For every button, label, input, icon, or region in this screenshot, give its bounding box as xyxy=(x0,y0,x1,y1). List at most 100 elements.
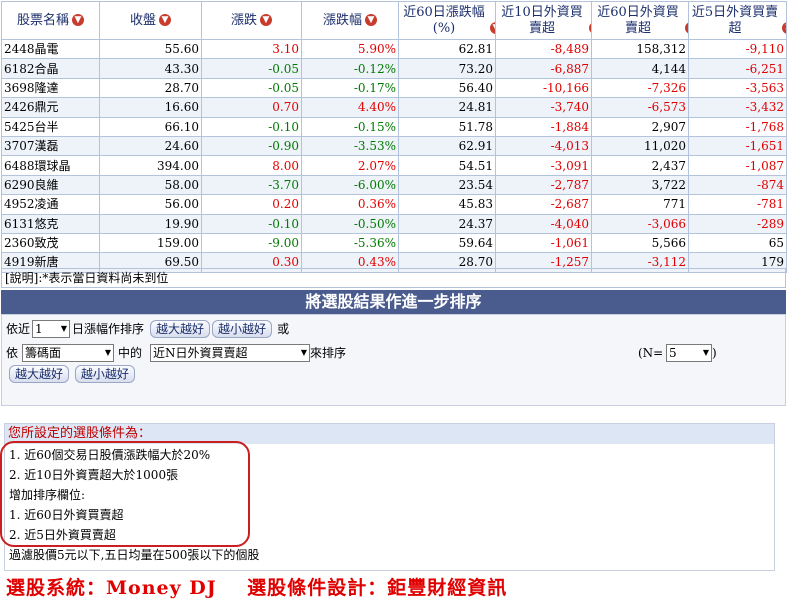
category-select-value: 籌碼面 xyxy=(25,346,62,360)
table-cell: 59.64 xyxy=(398,232,496,254)
column-header[interactable]: 近10日外資買賣超▼ xyxy=(495,1,592,40)
stock-name-cell[interactable]: 6290良維 xyxy=(1,174,100,196)
table-cell: 3.10 xyxy=(201,38,302,60)
table-cell: 159.00 xyxy=(99,232,202,254)
table-body: 2448晶電 55.60 3.10 5.90% 62.81 -8,489 158,312 -9… xyxy=(1,38,787,273)
stock-name-cell[interactable]: 6488環球晶 xyxy=(1,155,100,176)
column-header[interactable]: 近60日漲跌幅(%) ▼ xyxy=(398,1,496,40)
stock-name-cell[interactable]: 3707漢磊 xyxy=(1,135,100,157)
table-row: 6488環球晶 394.00 8.00 2.07% 54.51 -3,091 2,437 -1… xyxy=(1,155,787,176)
table-cell: -0.05 xyxy=(201,77,302,99)
table-cell: 56.40 xyxy=(398,77,496,99)
table-row: 6290良維 58.00 -3.70 -6.00% 23.54 -2,787 3,722 -8… xyxy=(1,174,787,196)
table-cell: 2,907 xyxy=(591,116,689,137)
table-cell: 771 xyxy=(591,194,689,215)
stock-name-cell[interactable]: 5425台半 xyxy=(1,116,100,137)
sort-down-icon[interactable]: ▼ xyxy=(72,14,84,26)
table-row: 4952凌通 56.00 0.20 0.36% 45.83 -2,687 771 -781 xyxy=(1,194,787,215)
table-cell: 5,566 xyxy=(591,232,689,254)
sort-panel: 依近 1 ▼ 日漲幅作排序 越大越好 越小越好 或 依 籌碼面 ▼ 中的 近N日外資… xyxy=(1,314,786,406)
or-label: 或 xyxy=(277,322,290,336)
sort-down-icon[interactable]: ▼ xyxy=(490,22,495,34)
column-header-label: 漲跌幅 xyxy=(322,12,362,28)
field-sort-desc-button[interactable]: 越大越好 xyxy=(9,365,70,383)
table-cell: -0.90 xyxy=(201,135,302,157)
table-row: 2360致茂 159.00 -9.00 -5.36% 59.64 -1,061 5,566 6… xyxy=(1,232,787,254)
days-select[interactable]: 1 ▼ xyxy=(32,320,71,338)
sort-down-icon[interactable]: ▼ xyxy=(159,14,171,26)
column-header-label: 近60日漲跌幅(%) xyxy=(403,4,485,36)
sort-field-buttons: 越大越好 越小越好 xyxy=(8,365,136,385)
column-header-label: 股票名稱 xyxy=(16,12,69,28)
column-header-label: 漲跌 xyxy=(230,12,257,28)
table-cell: -3,091 xyxy=(495,155,592,176)
table-cell: -2,687 xyxy=(495,194,592,215)
column-header[interactable]: 漲跌幅 ▼ xyxy=(301,1,399,40)
sort-asc-button[interactable]: 越小越好 xyxy=(212,320,273,338)
sort-down-icon[interactable]: ▼ xyxy=(365,14,377,26)
remove-column-icon[interactable]: ✕ xyxy=(782,22,786,34)
table-row: 3707漢磊 24.60 -0.90 -3.53% 62.91 -4,013 11,020-… xyxy=(1,135,787,157)
days-select-value: 1 xyxy=(35,322,43,336)
column-header-label: 近5日外資買賣超 xyxy=(691,4,779,36)
remove-column-icon[interactable]: ✕ xyxy=(685,22,688,34)
table-cell: -2,787 xyxy=(495,174,592,196)
table-cell: -874 xyxy=(688,174,787,196)
column-header[interactable]: 收盤 ▼ xyxy=(99,1,202,40)
days-suffix-label: 日漲幅作排序 xyxy=(72,322,145,336)
footer-credit: 選股系統：Money DJ 選股條件設計：鉅豐財經資訊 xyxy=(6,577,508,599)
sort-by-field-row: 依 籌碼面 ▼ 中的 近N日外資買賣超 ▼ 來排序 (N= 5 ▼ ) xyxy=(6,343,776,363)
chevron-down-icon: ▼ xyxy=(60,324,68,333)
stock-name-cell[interactable]: 6182合晶 xyxy=(1,58,100,79)
table-cell: 19.90 xyxy=(99,213,202,234)
table-cell: -1,061 xyxy=(495,232,592,254)
table-cell: 24.37 xyxy=(398,213,496,234)
column-header[interactable]: 近60日外資買賣超✕▼ xyxy=(591,1,689,40)
table-cell: 45.83 xyxy=(398,194,496,215)
mid-label: 中的 xyxy=(118,346,143,360)
stock-name-cell[interactable]: 6131悠克 xyxy=(1,213,100,234)
stock-name-cell[interactable]: 2426鼎元 xyxy=(1,97,100,118)
table-cell: -1,651 xyxy=(688,135,787,157)
table-cell: -1,087 xyxy=(688,155,787,176)
table-cell: 394.00 xyxy=(99,155,202,176)
category-select[interactable]: 籌碼面 ▼ xyxy=(22,344,114,362)
field-sort-asc-button[interactable]: 越小越好 xyxy=(74,365,135,383)
field-select[interactable]: 近N日外資買賣超 ▼ xyxy=(150,344,310,362)
n-select[interactable]: 5 ▼ xyxy=(666,344,712,362)
n-select-value: 5 xyxy=(669,346,677,360)
stock-name-cell[interactable]: 2360致茂 xyxy=(1,232,100,254)
table-cell: -781 xyxy=(688,194,787,215)
table-header: 股票名稱▼收盤▼漲跌▼漲跌幅▼近60日漲跌幅(%)▼近10日外資買賣超▼近60日… xyxy=(1,1,787,40)
column-header-label: 收盤 xyxy=(129,12,156,28)
sort-desc-button[interactable]: 越大越好 xyxy=(150,320,211,338)
stock-name-cell[interactable]: 4952凌通 xyxy=(1,194,100,215)
condition-line: 過濾股價5元以下,五日均量在500張以下的個股 xyxy=(9,548,260,562)
table-cell: 56.00 xyxy=(99,194,202,215)
column-header[interactable]: 近5日外資買賣超✕▼ xyxy=(688,1,787,40)
table-cell: -3,066 xyxy=(591,213,689,234)
table-row: 2448晶電 55.60 3.10 5.90% 62.81 -8,489 158,312 -9… xyxy=(1,38,787,60)
table-cell: 8.00 xyxy=(201,155,302,176)
table-cell: -0.05 xyxy=(201,58,302,79)
table-cell: -4,040 xyxy=(495,213,592,234)
stock-name-cell[interactable]: 2448晶電 xyxy=(1,38,100,60)
column-header[interactable]: 股票名稱 ▼ xyxy=(1,1,100,40)
table-cell: 43.30 xyxy=(99,58,202,79)
table-cell: 62.81 xyxy=(398,38,496,60)
stock-name-cell[interactable]: 3698隆達 xyxy=(1,77,100,99)
sort-by-days-row: 依近 1 ▼ 日漲幅作排序 越大越好 越小越好 或 xyxy=(6,319,289,339)
table-row: 2426鼎元 16.60 0.70 4.40% 24.81 -3,740 -6,573 -3,… xyxy=(1,97,787,118)
chevron-down-icon: ▼ xyxy=(702,348,709,357)
sort-down-icon[interactable]: ▼ xyxy=(260,14,272,26)
table-cell: -0.10 xyxy=(201,213,302,234)
table-cell: -8,489 xyxy=(495,38,592,60)
days-prefix-label: 依近 xyxy=(6,322,31,336)
table-cell: -6,573 xyxy=(591,97,689,118)
table-cell: -3.70 xyxy=(201,174,302,196)
column-header[interactable]: 漲跌 ▼ xyxy=(201,1,302,40)
table-row: 3698隆達 28.70 -0.05 -0.17% 56.40 -10,166 -7,326… xyxy=(1,77,787,99)
table-cell: 51.78 xyxy=(398,116,496,137)
table-cell: -0.15% xyxy=(301,116,399,137)
column-header-label: 近10日外資買賣超 xyxy=(501,4,583,36)
